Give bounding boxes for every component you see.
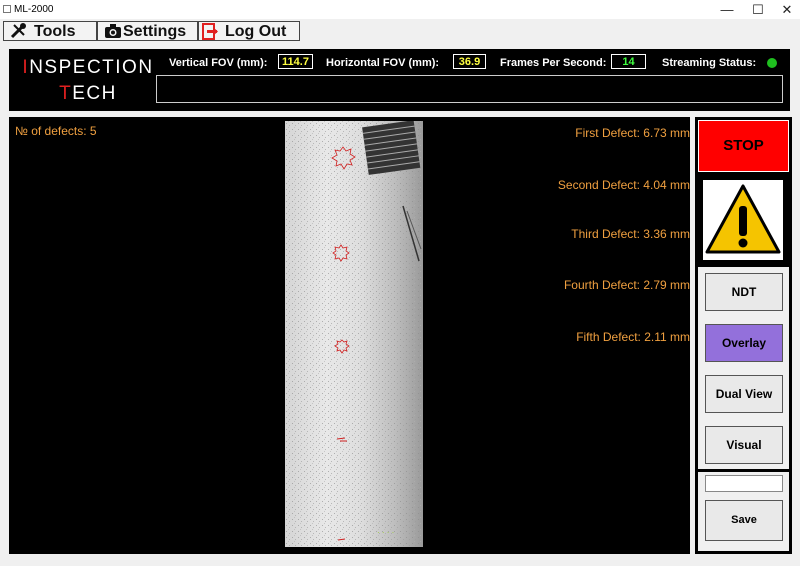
- control-sidebar: STOP NDT Overlay Dual View Visual Save: [695, 117, 792, 554]
- defect-2-measurement: Second Defect: 4.04 mm: [557, 178, 690, 192]
- save-panel: Save: [698, 472, 789, 551]
- warning-icon: [703, 184, 783, 264]
- defect-3-measurement: Third Defect: 3.36 mm: [571, 227, 690, 241]
- camera-icon: [104, 23, 122, 43]
- defect-4-measurement: Fourth Defect: 2.79 mm: [563, 278, 690, 292]
- close-button[interactable]: ✕: [772, 0, 800, 19]
- defect-count: № of defects: 5: [15, 124, 97, 138]
- window-titlebar: ML-2000 — ☐ ✕: [0, 0, 800, 19]
- camera-feed-svg: · · · ·: [285, 121, 423, 547]
- vertical-fov-value: 114.7: [278, 54, 313, 69]
- window-title: ML-2000: [14, 4, 54, 15]
- status-header: INSPECTION TECH Vertical FOV (mm): 114.7…: [9, 49, 790, 111]
- defect-5-measurement: Fifth Defect: 2.11 mm: [576, 330, 690, 344]
- stop-button[interactable]: STOP: [698, 120, 789, 172]
- logo-line1: INSPECTION: [22, 57, 154, 78]
- tools-menu-button[interactable]: Tools: [3, 21, 97, 41]
- maximize-button[interactable]: ☐: [743, 0, 773, 19]
- fps-value: 14: [611, 54, 646, 69]
- defect-1-measurement: First Defect: 6.73 mm: [575, 126, 690, 140]
- logo-line2: TECH: [59, 83, 117, 104]
- logout-menu-label: Log Out: [225, 23, 287, 40]
- tools-menu-label: Tools: [34, 23, 76, 40]
- app-icon: [3, 5, 11, 13]
- message-box: [156, 75, 783, 103]
- vertical-fov-label: Vertical FOV (mm):: [169, 57, 268, 69]
- dual-view-button[interactable]: Dual View: [705, 375, 783, 413]
- inspection-tech-logo: INSPECTION TECH: [22, 55, 154, 105]
- fps-label: Frames Per Second:: [500, 57, 607, 69]
- svg-text:· · · ·: · · · ·: [377, 528, 394, 537]
- tool-object: [362, 121, 421, 175]
- settings-menu-label: Settings: [123, 23, 187, 40]
- warning-panel: [703, 180, 783, 260]
- streaming-status-indicator: [767, 58, 777, 68]
- logout-icon: [202, 23, 220, 44]
- tools-icon: [10, 23, 28, 43]
- view-mode-panel: NDT Overlay Dual View Visual: [698, 267, 789, 469]
- visual-button[interactable]: Visual: [705, 426, 783, 464]
- inspection-view: № of defects: 5 · · · · First Defect: 6.…: [9, 117, 690, 554]
- camera-feed-image: · · · ·: [285, 121, 423, 547]
- horizontal-fov-label: Horizontal FOV (mm):: [326, 57, 440, 69]
- save-button[interactable]: Save: [705, 500, 783, 541]
- save-name-input[interactable]: [705, 475, 783, 492]
- ndt-button[interactable]: NDT: [705, 273, 783, 311]
- minimize-button[interactable]: —: [712, 0, 742, 19]
- streaming-status-label: Streaming Status:: [662, 57, 757, 69]
- logout-menu-button[interactable]: Log Out: [198, 21, 300, 41]
- settings-menu-button[interactable]: Settings: [97, 21, 198, 41]
- overlay-button[interactable]: Overlay: [705, 324, 783, 362]
- horizontal-fov-value: 36.9: [453, 54, 486, 69]
